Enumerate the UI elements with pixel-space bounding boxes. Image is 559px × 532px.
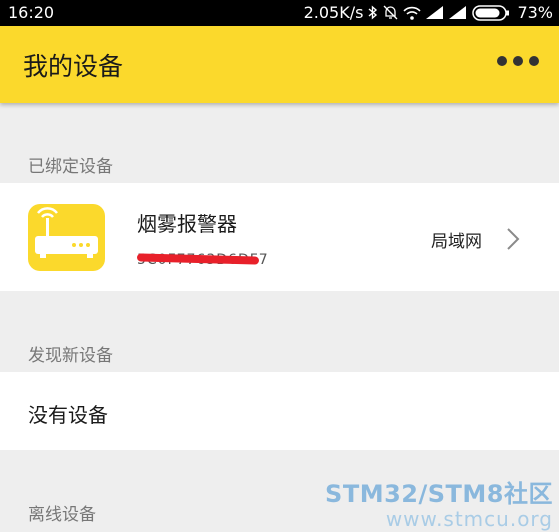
signal-icon [449,6,467,19]
watermark-url: www.stmcu.org [385,507,553,531]
router-wifi-icon [28,204,105,271]
app-bar: 我的设备 [0,26,559,103]
network-speed: 2.05K/s [303,3,364,22]
section-label-discover: 发现新设备 [28,346,113,366]
empty-text: 没有设备 [28,403,108,427]
signal-icon [426,6,444,19]
status-indicators: 2.05K/s 73% [304,3,553,22]
device-network: 局域网 [431,232,482,252]
bluetooth-icon [368,5,378,20]
more-dot [529,56,539,66]
watermark-title: STM32/STM8社区 [325,480,553,508]
watermark: STM32/STM8社区 www.stmcu.org [325,474,553,531]
device-name: 烟雾报警器 [137,212,237,236]
device-id-wrap: 5C0F7763D6DF74 [137,249,269,267]
battery-icon [472,4,510,21]
device-row[interactable]: 烟雾报警器 5C0F7763D6DF74 局域网 [0,183,559,291]
more-dot [497,56,507,66]
more-dots-icon[interactable] [497,56,539,66]
status-bar: 16:20 2.05K/s 73% [0,0,559,26]
mute-bell-icon [383,5,398,20]
status-time: 16:20 [8,3,55,22]
battery-percent: 73% [517,3,553,22]
more-dot [513,56,523,66]
section-label-bound: 已绑定设备 [28,157,113,177]
wifi-icon [403,6,422,20]
discover-empty-row: 没有设备 [0,372,559,450]
page-title: 我的设备 [23,52,124,81]
chevron-right-icon [507,228,520,250]
section-label-offline: 离线设备 [28,505,96,525]
